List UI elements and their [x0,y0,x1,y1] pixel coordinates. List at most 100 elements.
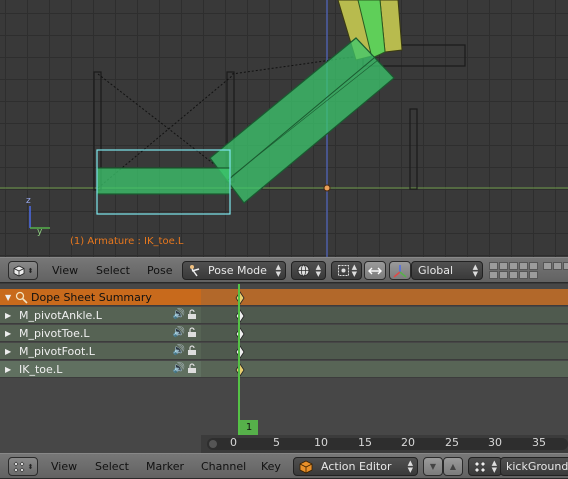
channel-label: M_pivotToe.L [19,326,90,340]
speaker-mute-icon[interactable]: 🔊 [173,345,185,356]
layer-button[interactable] [489,271,498,279]
channel-dopesheet-summary[interactable]: ▼ Dope Sheet Summary [0,289,201,306]
tick-label: 15 [358,436,372,449]
timeline-scrollbar[interactable] [207,438,568,450]
chevron-updown-icon: ▲ ▼ [472,263,478,278]
push-down-button[interactable]: ▼ [423,457,443,476]
layer-button[interactable] [509,271,518,279]
pivot-point-dropdown[interactable]: ▲ ▼ [331,261,362,280]
shading-sphere-icon [297,264,310,277]
lock-icon[interactable] [187,327,197,338]
3d-viewport[interactable]: z y (1) Armature : IK_toe.L [0,0,568,257]
channel-toggles: 🔊 [173,363,197,374]
lock-icon[interactable] [187,345,197,356]
speaker-mute-icon[interactable]: 🔊 [173,327,185,338]
editor-type-button[interactable]: ⬍ [8,261,38,280]
action-browse-icon [475,461,485,472]
tick-label: 10 [314,436,328,449]
gizmo-z-label: z [26,196,31,206]
chevron-updown-icon: ▲ ▼ [407,459,413,474]
action-browse-dropdown[interactable]: ▲ ▼ [468,457,502,476]
interaction-mode-dropdown[interactable]: Pose Mode ▲ ▼ [182,261,286,280]
layer-button[interactable] [499,262,508,270]
layer-button[interactable] [543,262,552,270]
layer-button[interactable] [509,262,518,270]
keyframe-layer [235,291,245,377]
tick-label: 35 [532,436,546,449]
transform-orientation-dropdown[interactable]: Global ▲ ▼ [411,261,483,280]
expand-triangle-icon[interactable]: ▶ [5,365,15,374]
bone-toe[interactable] [96,167,231,195]
action-editor-icon [299,460,313,473]
layer-button[interactable] [553,262,562,270]
transform-axes-icon [393,264,407,278]
stash-button[interactable]: ▲ [443,457,463,476]
layer-button[interactable] [489,262,498,270]
menu-key[interactable]: Key [261,460,281,473]
lock-icon[interactable] [187,309,197,320]
tick-label: 30 [488,436,502,449]
layer-button[interactable] [519,271,528,279]
origin-point [323,184,331,192]
layer-button[interactable] [499,271,508,279]
tick-label: 20 [401,436,415,449]
orientation-label: Global [418,264,454,277]
chevron-updown-icon: ▲ ▼ [275,263,281,278]
tick-label: 5 [273,436,280,449]
gizmo-y-label: y [37,227,43,237]
layers-selector[interactable] [489,262,538,279]
current-frame-playhead[interactable] [238,284,240,435]
3d-view-icon [13,265,24,276]
layers-selector-2[interactable] [543,262,568,279]
timeline-scale[interactable]: 0 5 10 15 20 25 30 35 [201,435,568,453]
menu-view[interactable]: View [51,460,77,473]
channel-list: ▼ Dope Sheet Summary ▶ M_pivotAnkle.L 🔊 … [0,284,201,453]
action-icon [15,291,28,304]
chevron-updown-icon: ⬍ [27,266,34,275]
channel-label: Dope Sheet Summary [31,290,152,304]
editor-type-button[interactable]: ⬍ [8,457,38,476]
expand-triangle-icon[interactable]: ▶ [5,329,15,338]
channel-row[interactable]: ▶ IK_toe.L 🔊 [0,361,201,378]
speaker-mute-icon[interactable]: 🔊 [173,363,185,374]
menu-select[interactable]: Select [96,264,130,277]
menu-channel[interactable]: Channel [201,460,246,473]
channel-row[interactable]: ▶ M_pivotAnkle.L 🔊 [0,307,201,324]
expand-triangle-icon[interactable]: ▼ [5,293,15,302]
manipulator-icon [368,267,382,274]
current-frame-indicator[interactable]: 1 [240,420,258,435]
layer-button[interactable] [563,262,568,270]
channel-label: IK_toe.L [19,362,63,376]
menu-view[interactable]: View [52,264,78,277]
tick-label: 25 [445,436,459,449]
menu-select[interactable]: Select [95,460,129,473]
channel-label: M_pivotAnkle.L [19,308,102,322]
layer-button[interactable] [529,271,538,279]
chevron-updown-icon: ▲ ▼ [315,263,321,278]
editor-mode-dropdown[interactable]: Action Editor ▲ ▼ [293,457,418,476]
bone-pivot-foot[interactable] [409,108,418,190]
layer-button[interactable] [519,262,528,270]
transform-widget-button[interactable] [389,261,411,280]
channel-row[interactable]: ▶ M_pivotFoot.L 🔊 [0,343,201,360]
3d-view-header: ⬍ View Select Pose Pose Mode ▲ ▼ ▲ ▼ ▲ ▼… [0,257,568,283]
expand-triangle-icon[interactable]: ▶ [5,347,15,356]
channel-toggles: 🔊 [173,327,197,338]
editor-mode-label: Action Editor [321,460,392,473]
menu-pose[interactable]: Pose [147,264,172,277]
manipulator-toggle[interactable] [364,261,386,280]
lock-icon[interactable] [187,363,197,374]
scrollbar-handle[interactable] [209,440,217,448]
layer-button[interactable] [529,262,538,270]
dopesheet-header: ⬍ View Select Marker Channel Key Action … [0,453,568,479]
expand-triangle-icon[interactable]: ▶ [5,311,15,320]
viewport-shading-dropdown[interactable]: ▲ ▼ [291,261,326,280]
chevron-down-icon: ▼ [429,462,437,471]
speaker-mute-icon[interactable]: 🔊 [173,309,185,320]
action-name-field[interactable]: kickGround [500,457,568,476]
chevron-updown-icon: ▲ ▼ [351,263,357,278]
relation-line [97,73,233,179]
menu-marker[interactable]: Marker [146,460,184,473]
channel-toggles: 🔊 [173,309,197,320]
channel-row[interactable]: ▶ M_pivotToe.L 🔊 [0,325,201,342]
